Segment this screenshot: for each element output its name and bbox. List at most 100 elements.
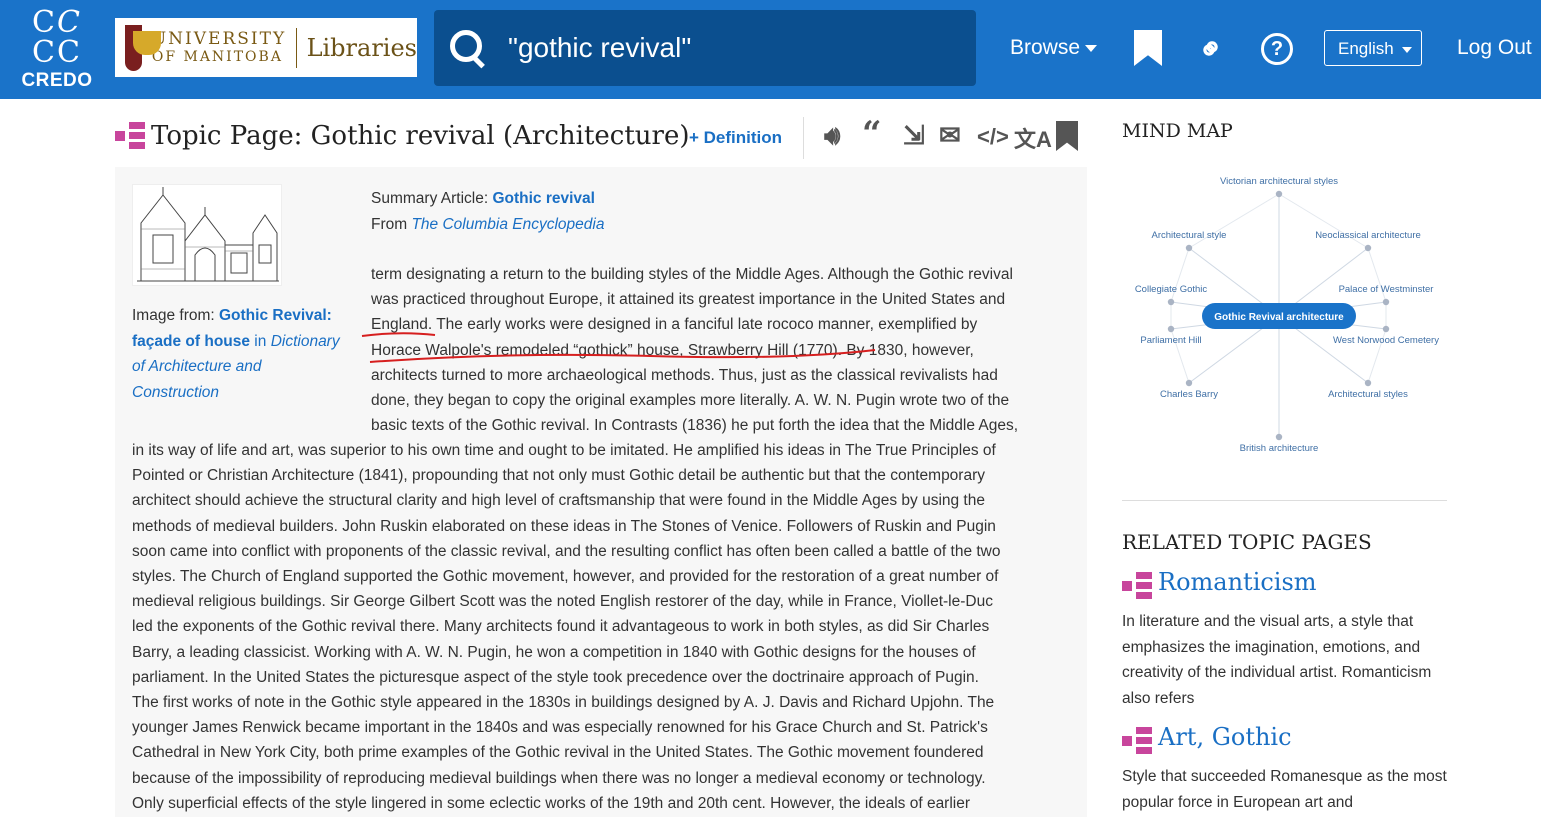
- article-line: done, they began to copy the original ex…: [371, 388, 1071, 413]
- mind-map-node[interactable]: [1186, 245, 1192, 251]
- topic-page-icon: [1122, 572, 1152, 600]
- topic-page-icon: [1122, 727, 1152, 755]
- related-topic-snippet: In literature and the visual arts, a sty…: [1122, 609, 1452, 711]
- mind-map-node[interactable]: [1276, 434, 1282, 440]
- caret-down-icon: [1085, 45, 1097, 52]
- credo-logo-letters: CCCC: [18, 8, 96, 68]
- article-line: was practiced throughout Europe, it atta…: [371, 287, 1071, 312]
- mind-map-node[interactable]: [1168, 326, 1174, 332]
- search-bar: [434, 10, 976, 86]
- article-line: medieval religious buildings. Sir George…: [132, 589, 1077, 614]
- topic-page-icon: [115, 122, 145, 150]
- related-topics-heading: RELATED TOPIC PAGES: [1122, 530, 1372, 554]
- university-libraries-logo[interactable]: UNIVERSITY OF MANITOBA Libraries: [115, 18, 417, 77]
- university-word: UNIVERSITY: [152, 30, 286, 48]
- language-select[interactable]: English: [1324, 30, 1422, 66]
- sidebar-divider: [1122, 500, 1447, 501]
- article-line: The first works of note in the Gothic st…: [132, 690, 1077, 715]
- article-line: parliament. In the United States the pic…: [132, 665, 1077, 690]
- bookmark-icon[interactable]: [1056, 121, 1078, 151]
- mind-map-node[interactable]: [1383, 299, 1389, 305]
- article-line: Cathedral in New York City, both prime e…: [132, 740, 1077, 765]
- mind-map-node-label[interactable]: Neoclassical architecture: [1315, 230, 1421, 241]
- gothic-house-illustration: [133, 185, 281, 285]
- browse-label: Browse: [1010, 36, 1080, 59]
- caption-link-part: Gothic Revival:: [219, 307, 332, 324]
- article-line: younger James Renwick became important i…: [132, 715, 1077, 740]
- article-image[interactable]: [132, 184, 282, 286]
- mind-map-node-label[interactable]: Palace of Westminster: [1339, 284, 1434, 295]
- search-input[interactable]: [506, 31, 950, 65]
- credo-logo-word: CREDO: [18, 70, 96, 92]
- mind-map[interactable]: Victorian architectural styles Neoclassic…: [1122, 162, 1447, 472]
- article-line: Pointed or Christian Architecture (1841)…: [132, 463, 1077, 488]
- caret-down-icon: [1402, 47, 1412, 53]
- speaker-icon[interactable]: 🔊︎: [824, 120, 840, 152]
- link-icon[interactable]: ⚭: [1190, 28, 1233, 71]
- from-prefix: From: [371, 216, 411, 233]
- mind-map-node-label[interactable]: Collegiate Gothic: [1135, 284, 1208, 295]
- email-icon[interactable]: ✉: [939, 120, 961, 151]
- mind-map-node-label[interactable]: Victorian architectural styles: [1220, 176, 1338, 187]
- logout-link[interactable]: Log Out: [1457, 36, 1532, 60]
- mind-map-node[interactable]: [1276, 191, 1282, 197]
- caption-book-part: Construction: [132, 384, 219, 401]
- article-line: styles. The Church of England supported …: [132, 564, 1077, 589]
- article-line: methods of medieval builders. John Ruski…: [132, 514, 1077, 539]
- mind-map-node[interactable]: [1186, 380, 1192, 386]
- mind-map-node-label[interactable]: Architectural style: [1152, 230, 1227, 241]
- mind-map-node-label[interactable]: West Norwood Cemetery: [1333, 335, 1439, 346]
- search-icon[interactable]: [450, 30, 486, 66]
- article-line: architect should achieve the structural …: [132, 488, 1077, 513]
- article-line: because of the impossibility of reproduc…: [132, 766, 1077, 791]
- definition-link[interactable]: + Definition: [689, 128, 782, 148]
- related-topic-link[interactable]: Art, Gothic: [1158, 723, 1292, 751]
- translate-icon[interactable]: 文A: [1014, 122, 1052, 154]
- university-crest-icon: [125, 25, 142, 71]
- related-topic-snippet: Style that succeeded Romanesque as the m…: [1122, 764, 1452, 815]
- caption-prefix: Image from:: [132, 307, 219, 324]
- summary-prefix: Summary Article:: [371, 190, 492, 207]
- page-title: Topic Page: Gothic revival (Architecture…: [151, 121, 690, 151]
- quote-icon[interactable]: “: [862, 114, 882, 154]
- related-topic-link[interactable]: Romanticism: [1158, 568, 1317, 596]
- title-row: Topic Page: Gothic revival (Architecture…: [115, 116, 690, 156]
- caption-in: in: [250, 333, 271, 350]
- top-navbar: CCCC CREDO UNIVERSITY OF MANITOBA Librar…: [0, 0, 1541, 99]
- mind-map-node-label[interactable]: Architectural styles: [1328, 389, 1408, 400]
- red-underline-annotation: [360, 326, 890, 372]
- source-link[interactable]: The Columbia Encyclopedia: [411, 216, 604, 233]
- mind-map-node[interactable]: [1365, 245, 1371, 251]
- embed-code-icon[interactable]: </>: [977, 124, 1009, 150]
- language-label: English: [1338, 39, 1394, 58]
- toolbar-divider: [803, 117, 804, 159]
- caption-book-part: Dictionary: [271, 333, 340, 350]
- mind-map-node[interactable]: [1383, 326, 1389, 332]
- mind-map-center-label: Gothic Revival architecture: [1214, 312, 1344, 323]
- article-line: Barry, a leading classicist. Working wit…: [132, 640, 1077, 665]
- mind-map-node-label[interactable]: Parliament Hill: [1140, 335, 1201, 346]
- article-line: Only superficial effects of the style li…: [132, 791, 1077, 816]
- browse-menu[interactable]: Browse: [1010, 36, 1097, 60]
- summary-header: Summary Article: Gothic revival From The…: [371, 186, 604, 238]
- article-text-full: in its way of life and art, was superior…: [132, 438, 1077, 816]
- mind-map-node-label[interactable]: British architecture: [1240, 443, 1319, 454]
- article-line: in its way of life and art, was superior…: [132, 438, 1077, 463]
- mind-map-node[interactable]: [1365, 380, 1371, 386]
- mind-map-node-label[interactable]: Charles Barry: [1160, 389, 1218, 400]
- caption-link-part: façade of house: [132, 333, 250, 350]
- caption-book-part: of Architecture and: [132, 358, 262, 375]
- manitoba-word: OF MANITOBA: [152, 48, 286, 66]
- mind-map-heading: MIND MAP: [1122, 120, 1233, 142]
- article-line: term designating a return to the buildin…: [371, 262, 1071, 287]
- article-line: basic texts of the Gothic revival. In Co…: [371, 413, 1071, 438]
- summary-article-link[interactable]: Gothic revival: [492, 190, 595, 207]
- bookmark-icon[interactable]: [1134, 30, 1162, 66]
- help-icon[interactable]: ?: [1261, 33, 1293, 65]
- mind-map-node[interactable]: [1168, 299, 1174, 305]
- article-line: led the exponents of the Gothic revival …: [132, 614, 1077, 639]
- article-line: soon came into conflict with proponents …: [132, 539, 1077, 564]
- credo-logo[interactable]: CCCC CREDO: [18, 8, 96, 90]
- libraries-word: Libraries: [307, 34, 417, 62]
- export-icon[interactable]: ⇲: [903, 120, 925, 151]
